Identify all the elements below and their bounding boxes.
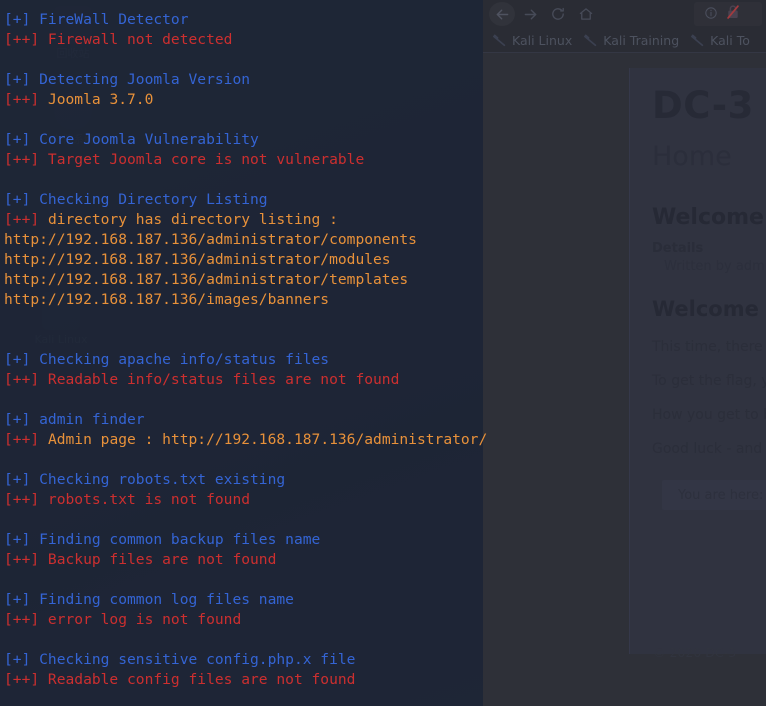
- back-arrow-icon[interactable]: [489, 2, 515, 26]
- firefox-browser-window: Kali Linux Kali Training Kali To DC-3 Ho…: [483, 0, 766, 706]
- screen-root: 回收站 文件系统 主文件夹 Kali Linux: [0, 0, 766, 706]
- info-circle-icon[interactable]: [704, 5, 718, 24]
- url-address-bar[interactable]: [694, 2, 762, 26]
- article-paragraph: To get the flag, you': [652, 373, 766, 389]
- breadcrumb[interactable]: You are here: H: [662, 480, 766, 510]
- bookmark-kali-training[interactable]: Kali Training: [584, 33, 686, 48]
- forward-arrow-icon[interactable]: [517, 2, 543, 26]
- navigation-toolbar: [483, 0, 766, 28]
- kali-dragon-icon: [691, 34, 704, 47]
- site-title: DC-3: [652, 84, 754, 127]
- article-paragraph: This time, there is o: [652, 339, 766, 355]
- details-label: Details: [652, 241, 704, 256]
- broken-lock-icon[interactable]: [726, 4, 740, 24]
- kali-dragon-icon: [493, 34, 506, 47]
- home-house-icon[interactable]: [573, 2, 599, 26]
- page-content-card: DC-3 Home Welcome to DC-3 Details Writte…: [630, 68, 766, 654]
- page-footer: © 2020 DC-3: [653, 645, 737, 660]
- article-heading-2: Welcome to DC-3: [652, 297, 766, 321]
- reload-arrow-icon[interactable]: [545, 2, 571, 26]
- bookmark-label: Kali To: [710, 32, 750, 48]
- browser-chrome: Kali Linux Kali Training Kali To: [483, 0, 766, 52]
- article-paragraph: Good luck - and I ho: [652, 441, 766, 457]
- bookmark-kali-linux[interactable]: Kali Linux: [493, 33, 579, 48]
- article-author: Written by admin: [664, 259, 766, 274]
- terminal-window[interactable]: [0, 0, 483, 706]
- article-paragraph: How you get to be ro: [652, 407, 766, 423]
- kali-dragon-icon: [584, 34, 597, 47]
- page-heading: Home: [652, 141, 732, 172]
- bookmarks-toolbar: Kali Linux Kali Training Kali To: [483, 28, 766, 52]
- bookmark-label: Kali Linux: [512, 32, 573, 48]
- article-title[interactable]: Welcome to DC-3: [652, 204, 766, 232]
- bookmark-kali-tools[interactable]: Kali To: [691, 33, 757, 48]
- bookmark-label: Kali Training: [603, 32, 680, 48]
- page-viewport: DC-3 Home Welcome to DC-3 Details Writte…: [483, 52, 766, 706]
